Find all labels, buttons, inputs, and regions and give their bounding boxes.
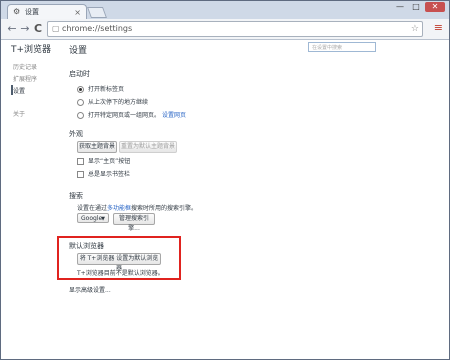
address-bar[interactable]: ▢ chrome://settings ☆ xyxy=(47,21,423,37)
startup-option-newtab: 打开新标签页 xyxy=(88,86,125,93)
show-home-checkbox[interactable] xyxy=(77,158,84,165)
reset-theme-button[interactable]: 重置为默认主题背景 xyxy=(119,141,177,153)
search-desc-suffix: 搜索时所用的搜索引擎。 xyxy=(131,205,198,212)
tab-settings[interactable]: ⚙ 设置 × xyxy=(7,4,87,20)
search-input[interactable]: 在设置中搜索 xyxy=(308,42,376,52)
forward-icon[interactable]: → xyxy=(19,22,31,36)
show-bookmarks-checkbox[interactable] xyxy=(77,171,84,178)
search-description: 设置在通过多功能框搜索时所用的搜索引擎。 xyxy=(77,203,197,212)
default-browser-status: T+浏览器目前不是默认浏览器。 xyxy=(77,270,164,277)
set-pages-link[interactable]: 设置网页 xyxy=(162,112,186,119)
bookmark-star-icon[interactable]: ☆ xyxy=(411,22,419,36)
search-engine-select[interactable]: Google ▼ xyxy=(77,213,109,223)
manage-search-engines-button[interactable]: 管理搜索引擎... xyxy=(113,213,155,232)
menu-icon[interactable]: ≡ xyxy=(434,22,443,34)
new-tab-button[interactable] xyxy=(86,7,108,18)
search-engine-value: Google xyxy=(81,215,103,222)
get-themes-button[interactable]: 获取主题背景 xyxy=(77,141,117,153)
omnibox-link[interactable]: 多功能框 xyxy=(107,205,131,212)
reload-icon[interactable]: C xyxy=(32,22,44,36)
close-window-button[interactable]: ✕ xyxy=(425,2,445,12)
search-section-title: 搜索 xyxy=(69,192,83,200)
startup-radio-newtab[interactable] xyxy=(77,86,84,93)
brand-title: T+浏览器 xyxy=(11,45,52,55)
maximize-button[interactable]: □ xyxy=(409,2,423,12)
page-title: 设置 xyxy=(69,46,88,56)
appearance-section-title: 外观 xyxy=(69,130,83,138)
url-text[interactable]: chrome://settings xyxy=(62,22,132,36)
search-desc-prefix: 设置在通过 xyxy=(77,205,108,212)
show-home-label: 显示“主页”按钮 xyxy=(88,158,131,165)
show-advanced-settings-link[interactable]: 显示高级设置... xyxy=(69,285,111,294)
startup-radio-specific[interactable] xyxy=(77,112,84,119)
chevron-down-icon: ▼ xyxy=(101,216,105,222)
set-default-browser-button[interactable]: 将 T+浏览器 设置为默认浏览器 xyxy=(77,253,161,272)
browser-window: ⚙ 设置 × — □ ✕ ← → C ▢ chrome://settings ☆… xyxy=(0,0,450,360)
tab-title: 设置 xyxy=(25,8,39,16)
default-browser-section-title: 默认浏览器 xyxy=(69,242,104,250)
page-icon: ▢ xyxy=(52,24,60,33)
sidebar-item-extensions[interactable]: 扩展程序 xyxy=(13,74,37,83)
tab-close-icon[interactable]: × xyxy=(74,5,81,20)
toolbar: ← → C ▢ chrome://settings ☆ ≡ xyxy=(1,19,449,40)
sidebar-item-history[interactable]: 历史记录 xyxy=(13,62,37,71)
sidebar-item-about[interactable]: 关于 xyxy=(13,109,25,118)
minimize-button[interactable]: — xyxy=(393,2,407,12)
startup-radio-continue[interactable] xyxy=(77,99,84,106)
startup-option-specific-label: 打开特定网页或一组网页。 xyxy=(88,112,161,119)
gear-icon: ⚙ xyxy=(13,7,21,16)
back-icon[interactable]: ← xyxy=(6,22,18,36)
show-bookmarks-label: 总是显示书签栏 xyxy=(88,171,131,178)
startup-option-continue: 从上次停下的地方继续 xyxy=(88,99,149,106)
sidebar-item-settings[interactable]: 设置 xyxy=(13,86,25,95)
settings-page: T+浏览器 历史记录 扩展程序 设置 关于 设置 在设置中搜索 启动时 打开新标… xyxy=(1,40,449,359)
startup-section-title: 启动时 xyxy=(69,70,90,78)
title-bar: ⚙ 设置 × — □ ✕ xyxy=(1,1,449,20)
startup-option-specific: 打开特定网页或一组网页。 设置网页 xyxy=(88,110,186,119)
